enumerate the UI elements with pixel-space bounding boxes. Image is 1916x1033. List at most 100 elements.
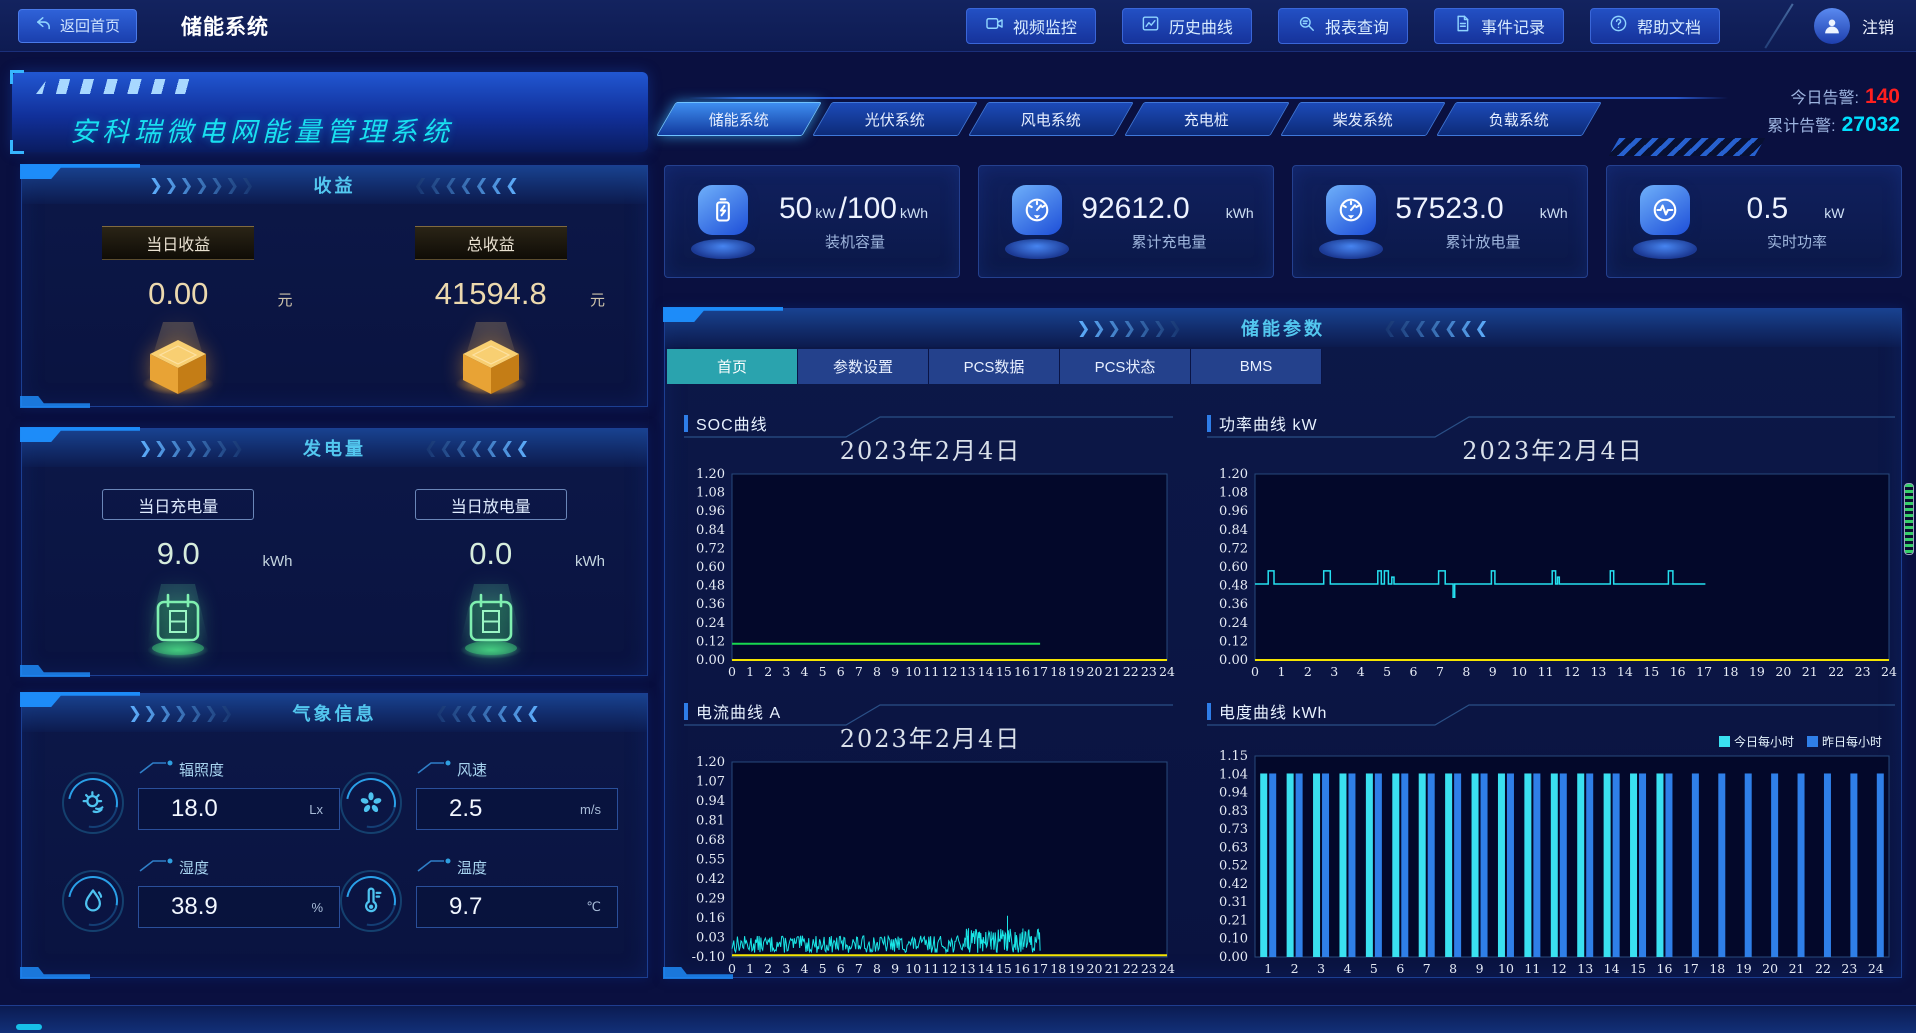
- system-tab-1[interactable]: 光伏系统: [812, 102, 978, 136]
- nav-event-record-button[interactable]: 事件记录: [1434, 8, 1564, 44]
- svg-text:24: 24: [1159, 961, 1175, 976]
- svg-text:20: 20: [1775, 664, 1791, 679]
- svg-text:22: 22: [1123, 961, 1139, 976]
- nav-report-search-button[interactable]: 报表查询: [1278, 8, 1408, 44]
- svg-text:1.20: 1.20: [696, 468, 725, 482]
- stat-card-label: 累计充电量: [1131, 231, 1206, 252]
- svg-text:6: 6: [1410, 664, 1418, 679]
- storage-tab-1[interactable]: 参数设置: [798, 349, 929, 384]
- fan-icon: [340, 772, 402, 834]
- svg-text:20: 20: [1762, 961, 1778, 976]
- system-tab-2[interactable]: 风电系统: [968, 102, 1134, 136]
- weather-item-label: 风速: [457, 759, 487, 780]
- chart-current-curve: 电流曲线 A2023年2月4日1.201.070.940.810.680.550…: [682, 698, 1179, 979]
- avatar[interactable]: [1814, 8, 1850, 44]
- nav-button-label: 事件记录: [1481, 14, 1545, 38]
- svg-text:0.60: 0.60: [696, 560, 725, 575]
- svg-text:13: 13: [960, 664, 976, 679]
- nav-button-label: 报表查询: [1325, 14, 1389, 38]
- svg-text:9: 9: [1476, 961, 1484, 976]
- back-home-label: 返回首页: [60, 15, 120, 36]
- system-tab-bar: 储能系统 光伏系统风电系统充电桩柴发系统 负载系统: [666, 102, 1592, 136]
- system-tab-4[interactable]: 柴发系统: [1280, 102, 1446, 136]
- nav-history-curve-button[interactable]: 历史曲线: [1122, 8, 1252, 44]
- generation-panel-title: 发电量: [303, 435, 366, 461]
- svg-text:14: 14: [978, 664, 994, 679]
- generation-item-unit: kWh: [263, 553, 293, 570]
- system-tab-5[interactable]: 负载系统: [1436, 102, 1602, 136]
- connector-line-icon: [138, 758, 174, 780]
- svg-text:4: 4: [1343, 961, 1351, 976]
- system-tab-label: 储能系统: [709, 109, 769, 130]
- svg-text:2: 2: [1291, 961, 1299, 976]
- svg-text:12: 12: [1551, 961, 1567, 976]
- svg-text:22: 22: [1123, 664, 1139, 679]
- svg-text:0.52: 0.52: [1219, 859, 1248, 874]
- history-curve-icon: [1141, 14, 1160, 38]
- svg-text:0.73: 0.73: [1219, 822, 1248, 837]
- svg-text:0.60: 0.60: [1219, 560, 1248, 575]
- logout-button[interactable]: 注销: [1862, 14, 1894, 38]
- storage-tab-0[interactable]: 首页: [667, 349, 798, 384]
- svg-text:18: 18: [1050, 664, 1066, 679]
- svg-text:0.31: 0.31: [1219, 895, 1248, 910]
- system-tab-3[interactable]: 充电桩: [1124, 102, 1290, 136]
- pulse-icon: [1640, 185, 1690, 235]
- svg-text:0.12: 0.12: [696, 634, 725, 649]
- stat-card-value-part: 0.5: [1747, 192, 1789, 226]
- svg-text:12: 12: [1564, 664, 1580, 679]
- hazard-stripes-decoration: [1609, 138, 1765, 156]
- weather-item-label: 湿度: [179, 857, 209, 878]
- scrollbar-thumb[interactable]: [1904, 483, 1914, 555]
- storage-tab-4[interactable]: BMS: [1191, 349, 1322, 384]
- generation-panel: ❯❯❯❯❯❯❯ 发电量 ❮❮❮❮❮❮❮ 当日充电量9.0kWh当日放电量0.0k…: [21, 428, 648, 676]
- svg-text:8: 8: [873, 961, 881, 976]
- svg-text:12: 12: [942, 664, 958, 679]
- gold-box-icon: [443, 318, 539, 405]
- total-alert-value: 27032: [1842, 113, 1900, 136]
- svg-text:24: 24: [1868, 961, 1884, 976]
- system-tab-0[interactable]: 储能系统: [656, 102, 822, 136]
- nav-button-label: 历史曲线: [1169, 14, 1233, 38]
- divider-slash: [1764, 3, 1793, 48]
- svg-text:4: 4: [801, 961, 809, 976]
- svg-text:19: 19: [1068, 664, 1084, 679]
- chart-date-title: 2023年2月4日: [682, 436, 1179, 468]
- svg-text:-0.10: -0.10: [692, 950, 725, 965]
- storage-tab-3[interactable]: PCS状态: [1060, 349, 1191, 384]
- svg-text:6: 6: [837, 664, 845, 679]
- svg-text:0.10: 0.10: [1219, 932, 1248, 947]
- green-calendar-icon: [135, 578, 221, 667]
- icon-pedestal: [1633, 239, 1697, 259]
- video-icon: [985, 14, 1004, 38]
- storage-tab-label: BMS: [1240, 358, 1273, 375]
- icon-pedestal: [1319, 239, 1383, 259]
- generation-item-unit: kWh: [575, 553, 605, 570]
- svg-text:10: 10: [1498, 961, 1514, 976]
- back-home-button[interactable]: 返回首页: [18, 9, 137, 43]
- nav-help-doc-button[interactable]: 帮助文档: [1590, 8, 1720, 44]
- svg-text:19: 19: [1749, 664, 1765, 679]
- svg-text:6: 6: [837, 961, 845, 976]
- svg-text:8: 8: [1449, 961, 1457, 976]
- topbar: 返回首页 储能系统 视频监控历史曲线报表查询事件记录帮助文档 注销: [0, 0, 1916, 52]
- income-item: 当日收益0.00元: [22, 226, 335, 405]
- svg-text:17: 17: [1032, 664, 1048, 679]
- svg-text:1: 1: [746, 961, 754, 976]
- system-tab-label: 负载系统: [1489, 109, 1549, 130]
- weather-item-label: 温度: [457, 857, 487, 878]
- svg-text:0.00: 0.00: [1219, 950, 1248, 965]
- storage-tab-2[interactable]: PCS数据: [929, 349, 1060, 384]
- svg-text:9: 9: [891, 664, 899, 679]
- svg-text:14: 14: [978, 961, 994, 976]
- connector-line-icon: [138, 856, 174, 878]
- stat-card-label: 实时功率: [1767, 231, 1827, 252]
- weather-item-unit: %: [311, 900, 323, 915]
- svg-text:16: 16: [1014, 664, 1030, 679]
- nav-video-button[interactable]: 视频监控: [966, 8, 1096, 44]
- weather-item: 温度9.7℃: [340, 856, 618, 932]
- svg-text:18: 18: [1050, 961, 1066, 976]
- svg-text:17: 17: [1683, 961, 1699, 976]
- weather-value-box: 18.0Lx: [138, 788, 340, 830]
- temperature-icon: [340, 870, 402, 932]
